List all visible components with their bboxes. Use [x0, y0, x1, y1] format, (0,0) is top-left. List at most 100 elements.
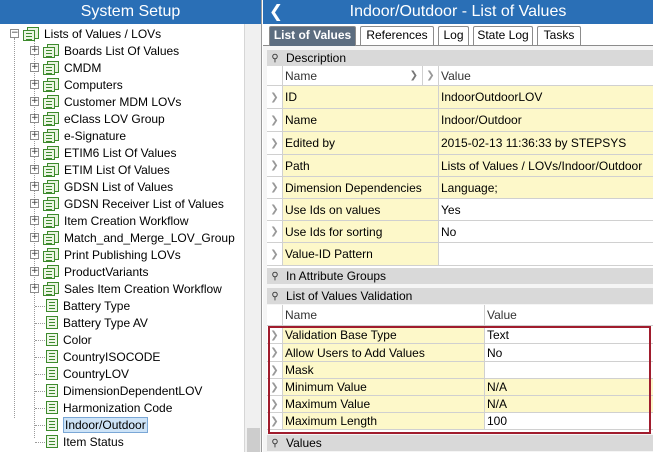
tree-folder[interactable]: + ProductVariants — [30, 263, 149, 280]
table-row[interactable]: ❯ Maximum Value N/A — [267, 396, 653, 413]
tab-log[interactable]: Log — [438, 26, 469, 45]
row-expand-icon[interactable]: ❯ — [267, 379, 283, 395]
tree-folder[interactable]: + Match_and_Merge_LOV_Group — [30, 229, 235, 246]
table-row[interactable]: ❯ Allow Users to Add Values No — [267, 344, 653, 362]
tree-folder[interactable]: + Customer MDM LOVs — [30, 93, 181, 110]
row-value[interactable]: Lists of Values / LOVs/Indoor/Outdoor — [439, 155, 653, 176]
row-value[interactable] — [485, 362, 653, 378]
tree-folder[interactable]: + ETIM List Of Values — [30, 161, 170, 178]
expand-icon[interactable]: + — [30, 46, 39, 55]
tab-list-of-values[interactable]: List of Values — [269, 26, 356, 46]
tree-list-item[interactable]: Battery Type — [46, 297, 130, 314]
row-expand-icon[interactable]: ❯ — [267, 344, 283, 361]
expand-icon[interactable]: + — [30, 63, 39, 72]
tree-folder[interactable]: + Sales Item Creation Workflow — [30, 280, 222, 297]
expand-icon[interactable]: + — [30, 114, 39, 123]
table-row[interactable]: ❯ Minimum Value N/A — [267, 379, 653, 396]
row-expand-icon[interactable]: ❯ — [267, 177, 283, 198]
row-expand-icon[interactable]: ❯ — [267, 362, 283, 378]
section-lov-validation[interactable]: ⚲ List of Values Validation — [267, 288, 653, 304]
table-row[interactable]: ❯ Name Indoor/Outdoor — [267, 109, 653, 132]
section-description[interactable]: ⚲ Description — [267, 50, 653, 66]
expand-icon[interactable]: + — [30, 267, 39, 276]
tree-list-item[interactable]: CountryLOV — [46, 365, 129, 382]
table-row[interactable]: ❯ Mask — [267, 362, 653, 379]
section-in-attribute-groups[interactable]: ⚲ In Attribute Groups — [267, 268, 653, 284]
collapse-icon[interactable]: − — [10, 29, 19, 38]
scrollbar-thumb[interactable] — [247, 428, 260, 452]
row-value[interactable] — [439, 243, 653, 265]
table-row[interactable]: ❯ Dimension Dependencies Language; — [267, 177, 653, 199]
tree-root[interactable]: − Lists of Values / LOVs — [10, 25, 161, 42]
pin-icon[interactable]: ⚲ — [269, 271, 281, 282]
tree-scrollbar[interactable] — [244, 24, 261, 452]
tab-state-log[interactable]: State Log — [473, 26, 533, 45]
table-row[interactable]: ❯ Value-ID Pattern — [267, 243, 653, 266]
pin-icon[interactable]: ⚲ — [269, 291, 281, 302]
row-value[interactable]: IndoorOutdoorLOV — [439, 86, 653, 108]
expand-icon[interactable]: + — [30, 148, 39, 157]
row-value[interactable]: 2015-02-13 11:36:33 by STEPSYS — [439, 132, 653, 154]
row-value[interactable]: Text — [485, 327, 653, 343]
tree-folder[interactable]: + e-Signature — [30, 127, 126, 144]
expand-icon[interactable]: + — [30, 182, 39, 191]
tree-folder[interactable]: + eClass LOV Group — [30, 110, 165, 127]
row-expand-icon[interactable]: ❯ — [267, 327, 283, 343]
table-row[interactable]: ❯ Edited by 2015-02-13 11:36:33 by STEPS… — [267, 132, 653, 155]
row-value[interactable]: Yes — [439, 199, 653, 220]
expand-icon[interactable]: + — [30, 233, 39, 242]
expand-icon[interactable]: + — [30, 165, 39, 174]
row-expand-icon[interactable]: ❯ — [267, 109, 283, 131]
column-header-value[interactable]: Value — [439, 66, 653, 85]
row-value[interactable]: N/A — [485, 396, 653, 412]
row-value[interactable]: Language; — [439, 177, 653, 198]
table-row[interactable]: ❯ Use Ids on values Yes — [267, 199, 653, 221]
tree-folder[interactable]: + GDSN List of Values — [30, 178, 173, 195]
tree-folder[interactable]: + Boards List Of Values — [30, 42, 179, 59]
tree-list-item[interactable]: Battery Type AV — [46, 314, 148, 331]
tree-folder[interactable]: + Item Creation Workflow — [30, 212, 188, 229]
row-value[interactable]: Indoor/Outdoor — [439, 109, 653, 131]
row-expand-icon[interactable]: ❯ — [267, 132, 283, 154]
tree-folder[interactable]: + GDSN Receiver List of Values — [30, 195, 224, 212]
row-value[interactable]: N/A — [485, 379, 653, 395]
back-arrow-icon[interactable]: ❮ — [267, 0, 285, 24]
column-header-name[interactable]: Name ❯ — [283, 66, 423, 85]
row-expand-icon[interactable]: ❯ — [267, 86, 283, 108]
tree-view[interactable]: − Lists of Values / LOVs + Boards List O… — [0, 24, 244, 452]
table-row[interactable]: ❯ Validation Base Type Text — [267, 327, 653, 344]
tree-list-item-selected[interactable]: Indoor/Outdoor — [46, 416, 148, 433]
table-row[interactable]: ❯ Path Lists of Values / LOVs/Indoor/Out… — [267, 155, 653, 177]
tree-list-item[interactable]: DimensionDependentLOV — [46, 382, 202, 399]
table-row[interactable]: ❯ Maximum Length 100 — [267, 413, 653, 430]
row-value[interactable]: 100 — [485, 413, 653, 429]
table-row[interactable]: ❯ Use Ids for sorting No — [267, 221, 653, 243]
tree-folder[interactable]: + Computers — [30, 76, 123, 93]
row-expand-icon[interactable]: ❯ — [267, 396, 283, 412]
expand-icon[interactable]: + — [30, 131, 39, 140]
expand-icon[interactable]: + — [30, 80, 39, 89]
table-row[interactable]: ❯ ID IndoorOutdoorLOV — [267, 86, 653, 109]
row-expand-icon[interactable]: ❯ — [267, 221, 283, 242]
expand-icon[interactable]: + — [30, 199, 39, 208]
pin-icon[interactable]: ⚲ — [269, 438, 281, 449]
column-header-name[interactable]: Name — [283, 305, 485, 325]
section-values[interactable]: ⚲ Values — [267, 435, 653, 451]
tree-folder[interactable]: + CMDM — [30, 59, 101, 76]
tree-list-item[interactable]: Harmonization Code — [46, 399, 172, 416]
tree-folder[interactable]: + ETIM6 List Of Values — [30, 144, 176, 161]
expand-icon[interactable]: + — [30, 250, 39, 259]
row-expand-icon[interactable]: ❯ — [267, 243, 283, 265]
row-expand-icon[interactable]: ❯ — [267, 199, 283, 220]
expand-icon[interactable]: + — [30, 216, 39, 225]
row-expand-icon[interactable]: ❯ — [267, 155, 283, 176]
expand-icon[interactable]: + — [30, 97, 39, 106]
tree-list-item[interactable]: Color — [46, 331, 92, 348]
tree-list-item[interactable]: CountryISOCODE — [46, 348, 160, 365]
row-value[interactable]: No — [485, 344, 653, 361]
pin-icon[interactable]: ⚲ — [269, 53, 281, 64]
tab-tasks[interactable]: Tasks — [537, 26, 581, 45]
expand-icon[interactable]: + — [30, 284, 39, 293]
row-expand-icon[interactable]: ❯ — [267, 413, 283, 429]
tree-list-item[interactable]: Item Status — [46, 433, 124, 450]
